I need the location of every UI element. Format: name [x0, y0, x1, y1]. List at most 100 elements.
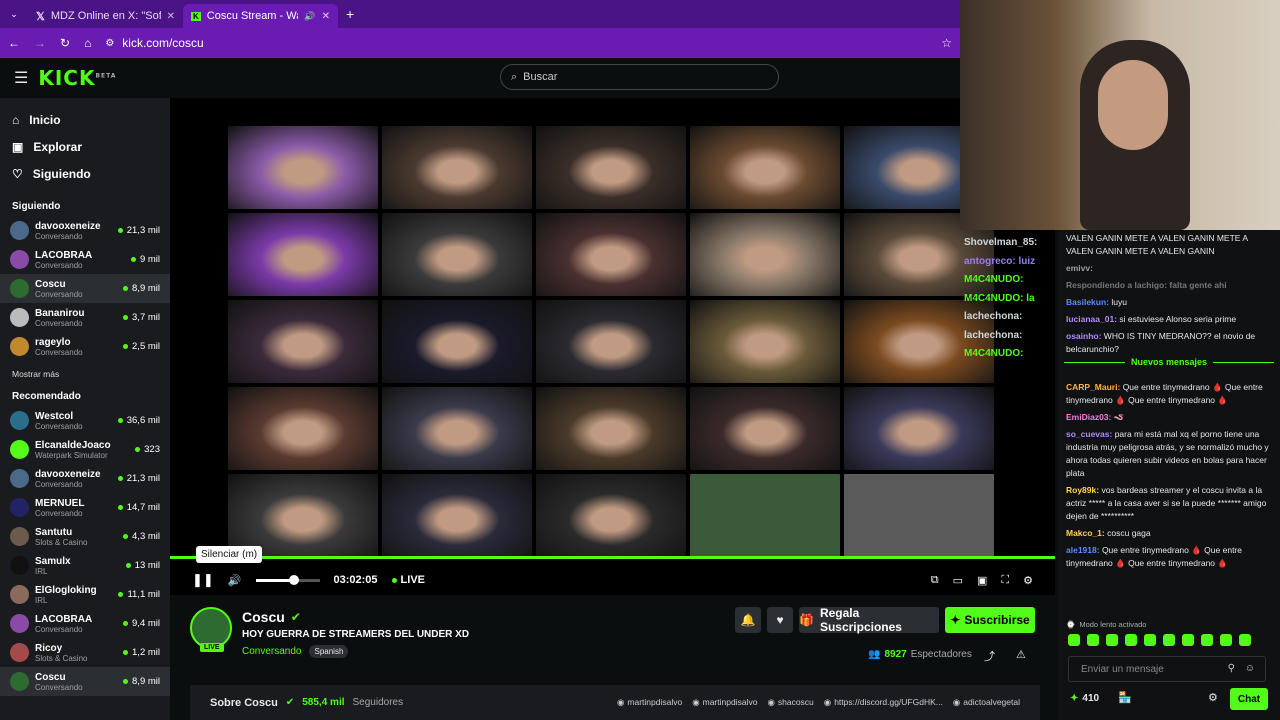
speaker-icon[interactable]: 🔊: [304, 11, 315, 22]
chat-username[interactable]: CARP_Mauri:: [1066, 382, 1120, 392]
channel-item[interactable]: Samulx IRL 13 mil: [0, 551, 170, 580]
points-icon[interactable]: ✦: [1070, 692, 1078, 705]
avatar: [10, 614, 29, 633]
chat-settings-icon[interactable]: ⚙: [1208, 692, 1218, 705]
emote-picker-icon[interactable]: ⚲: [1228, 662, 1235, 675]
theater-icon[interactable]: ▭: [953, 574, 963, 587]
chat-username[interactable]: EmiDiaz03:: [1066, 412, 1111, 422]
video-cell: [690, 126, 840, 209]
menu-icon[interactable]: ☰: [14, 68, 28, 88]
channel-item[interactable]: davooxeneize Conversando 21,3 mil: [0, 464, 170, 493]
nav-inicio[interactable]: ⌂ Inicio: [0, 106, 170, 133]
channel-item[interactable]: MERNUEL Conversando 14,7 mil: [0, 493, 170, 522]
emote-icon[interactable]: [1220, 634, 1232, 646]
url-field[interactable]: ⚙ kick.com/coscu: [105, 36, 927, 50]
x-logo-icon: 𝕏: [36, 10, 45, 23]
streamer-name[interactable]: Coscu: [242, 609, 285, 625]
volume-knob[interactable]: [288, 574, 299, 585]
video-player[interactable]: ❚❚ 🔊 03:02:05 LIVE ⧉ ▭ ▣ ⛶ ⚙: [170, 98, 1055, 595]
channel-item[interactable]: Coscu Conversando 8,9 mil: [0, 274, 170, 303]
notifications-bell-icon[interactable]: 🔔: [735, 607, 761, 633]
social-link[interactable]: ◉ martinpdisalvo: [692, 697, 757, 708]
channel-item[interactable]: LACOBRAA Conversando 9 mil: [0, 245, 170, 274]
emote-icon[interactable]: [1144, 634, 1156, 646]
pause-icon[interactable]: ❚❚: [192, 572, 214, 588]
clip-icon[interactable]: ⧉: [931, 574, 939, 587]
channel-category: Conversando: [35, 421, 83, 431]
channel-item[interactable]: davooxeneize Conversando 21,3 mil: [0, 216, 170, 245]
chat-input[interactable]: Enviar un mensaje ⚲ ☺: [1068, 656, 1266, 682]
gift-subs-button[interactable]: 🎁 Regala Suscripciones: [799, 606, 939, 634]
forward-arrow-icon[interactable]: →: [34, 36, 46, 50]
reload-icon[interactable]: ↻: [60, 36, 70, 50]
live-dot: [125, 563, 131, 568]
fullscreen-icon[interactable]: ⛶: [1001, 574, 1009, 587]
channel-item[interactable]: Ricoy Slots & Casino 1,2 mil: [0, 638, 170, 667]
channel-item[interactable]: Bananirou Conversando 3,7 mil: [0, 303, 170, 332]
report-icon[interactable]: ⚠: [1016, 648, 1026, 661]
emote-icon[interactable]: [1087, 634, 1099, 646]
live-dot: [123, 679, 129, 684]
emote-icon[interactable]: [1125, 634, 1137, 646]
channel-item[interactable]: ElcanaldeJoaco Waterpark Simulator 323: [0, 435, 170, 464]
chat-username[interactable]: ale1918:: [1066, 545, 1100, 555]
channel-item[interactable]: rageylo Conversando 2,5 mil: [0, 332, 170, 361]
pip-icon[interactable]: ▣: [977, 574, 987, 587]
store-icon[interactable]: 🏪: [1118, 692, 1132, 705]
browser-tab-2[interactable]: K Coscu Stream - Watch Live 🔊 ✕: [183, 4, 338, 28]
video-cell: [382, 126, 532, 209]
channel-item[interactable]: Coscu Conversando 8,9 mil: [0, 667, 170, 696]
video-cell: [382, 300, 532, 383]
social-link[interactable]: ◉ martinpdisalvo: [617, 697, 682, 708]
channel-item[interactable]: ElGlogloking IRL 11,1 mil: [0, 580, 170, 609]
emote-icon[interactable]: [1182, 634, 1194, 646]
emote-icon[interactable]: [1163, 634, 1175, 646]
nav-siguiendo[interactable]: ♡ Siguiendo: [0, 160, 170, 187]
site-info-icon[interactable]: ⚙: [105, 38, 114, 49]
emote-icon[interactable]: [1239, 634, 1251, 646]
emote-icon[interactable]: [1068, 634, 1080, 646]
social-link[interactable]: ◉ https://discord.gg/UFGdHK...: [824, 697, 943, 708]
volume-icon[interactable]: 🔊: [228, 574, 242, 587]
stream-chat-overlay: Shovelman_85: antogreco: luiz M4C4NUDO: M4C…: [964, 234, 1060, 364]
chat-username[interactable]: Roy89k:: [1066, 485, 1099, 495]
kick-logo[interactable]: KICKBETA: [38, 66, 116, 90]
send-chat-button[interactable]: Chat: [1230, 688, 1268, 710]
close-icon[interactable]: ✕: [322, 11, 330, 22]
channel-item[interactable]: Santutu Slots & Casino 4,3 mil: [0, 522, 170, 551]
home-icon[interactable]: ⌂: [84, 36, 91, 50]
volume-slider[interactable]: [255, 574, 320, 585]
nav-explorar[interactable]: ▣ Explorar: [0, 133, 170, 160]
settings-gear-icon[interactable]: ⚙: [1023, 574, 1033, 587]
new-tab-button[interactable]: +: [346, 6, 354, 22]
social-link[interactable]: ◉ shacoscu: [767, 697, 813, 708]
follow-heart-icon[interactable]: ♥: [767, 607, 793, 633]
search-input[interactable]: ⌕ Buscar: [500, 64, 779, 90]
avatar: [10, 308, 29, 327]
show-more-link[interactable]: Mostrar más: [0, 361, 170, 387]
tab-search-icon[interactable]: ⌄: [0, 9, 28, 20]
verified-icon: ✔: [290, 610, 301, 624]
emote-icon[interactable]: [1106, 634, 1118, 646]
progress-bar[interactable]: [170, 556, 1055, 559]
emoji-icon[interactable]: ☺: [1245, 662, 1255, 675]
back-arrow-icon[interactable]: ←: [8, 36, 20, 50]
social-link[interactable]: ◉ adictoalvegetal: [953, 697, 1020, 708]
close-icon[interactable]: ✕: [167, 11, 175, 22]
channel-item[interactable]: Westcol Conversando 36,6 mil: [0, 406, 170, 435]
stream-category[interactable]: Conversando: [242, 646, 301, 657]
new-messages-divider[interactable]: Nuevos mensajes: [1064, 357, 1274, 377]
share-icon[interactable]: ⤴: [984, 648, 995, 664]
video-grid: [228, 126, 998, 557]
emote-icon[interactable]: [1201, 634, 1213, 646]
subscribe-button[interactable]: ✦ Suscribirse: [945, 607, 1035, 633]
language-tag[interactable]: Spanish: [309, 645, 349, 658]
video-cell: [690, 474, 840, 557]
search-placeholder: Buscar: [523, 71, 558, 83]
address-bar: ← → ↻ ⌂ ⚙ kick.com/coscu ☆: [0, 28, 960, 58]
chat-username[interactable]: Makco_1:: [1066, 528, 1105, 538]
chat-username[interactable]: so_cuevas:: [1066, 429, 1112, 439]
channel-item[interactable]: LACOBRAA Conversando 9,4 mil: [0, 609, 170, 638]
bookmark-star-icon[interactable]: ☆: [941, 36, 952, 50]
browser-tab-1[interactable]: 𝕏 MDZ Online en X: "Sofía Maure ✕: [28, 4, 183, 28]
